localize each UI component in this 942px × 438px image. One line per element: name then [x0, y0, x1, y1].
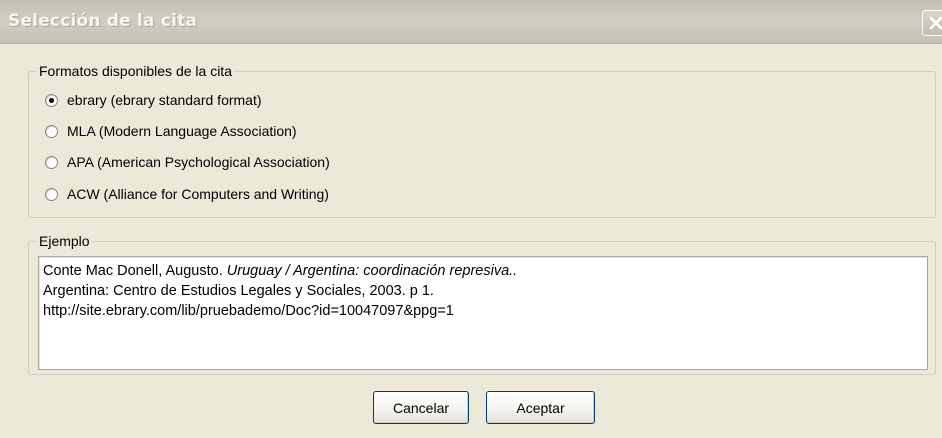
radio-button[interactable] — [45, 93, 58, 107]
example-title: Uruguay / Argentina: coordinación repres… — [226, 263, 518, 279]
radio-button[interactable] — [45, 155, 58, 169]
radio-label-ebrary: ebrary (ebrary standard format) — [67, 92, 262, 108]
radio-option-acw[interactable]: ACW (Alliance for Computers and Writing) — [45, 185, 329, 203]
example-line-3: http://site.ebrary.com/lib/pruebademo/Do… — [43, 303, 454, 319]
radio-label-acw: ACW (Alliance for Computers and Writing) — [67, 186, 329, 202]
example-group: Ejemplo Conte Mac Donell, Augusto. Urugu… — [28, 233, 936, 375]
radio-button[interactable] — [45, 124, 58, 138]
title-bar[interactable]: Selección de la cita — [0, 0, 942, 44]
radio-option-ebrary[interactable]: ebrary (ebrary standard format) — [45, 91, 262, 109]
accept-button[interactable]: Aceptar — [486, 391, 595, 424]
cancel-button[interactable]: Cancelar — [373, 391, 469, 424]
radio-label-apa: APA (American Psychological Association) — [67, 154, 330, 170]
formats-legend: Formatos disponibles de la cita — [37, 63, 234, 79]
radio-label-mla: MLA (Modern Language Association) — [67, 123, 297, 139]
radio-option-mla[interactable]: MLA (Modern Language Association) — [45, 122, 297, 140]
window-title: Selección de la cita — [8, 11, 198, 31]
radio-selected-dot — [49, 97, 54, 103]
example-text-area[interactable]: Conte Mac Donell, Augusto. Uruguay / Arg… — [38, 256, 928, 370]
citation-selection-dialog: Selección de la cita Formatos disponible… — [0, 0, 942, 438]
example-line-2: Argentina: Centro de Estudios Legales y … — [43, 283, 434, 299]
close-icon — [929, 16, 942, 30]
formats-group: Formatos disponibles de la cita ebrary (… — [28, 63, 936, 218]
close-button[interactable] — [922, 10, 942, 36]
radio-option-apa[interactable]: APA (American Psychological Association) — [45, 153, 330, 171]
example-legend: Ejemplo — [37, 233, 92, 249]
radio-button[interactable] — [45, 187, 58, 201]
example-line-1: Conte Mac Donell, Augusto. Uruguay / Arg… — [43, 261, 923, 281]
example-author: Conte Mac Donell, Augusto. — [43, 263, 227, 279]
